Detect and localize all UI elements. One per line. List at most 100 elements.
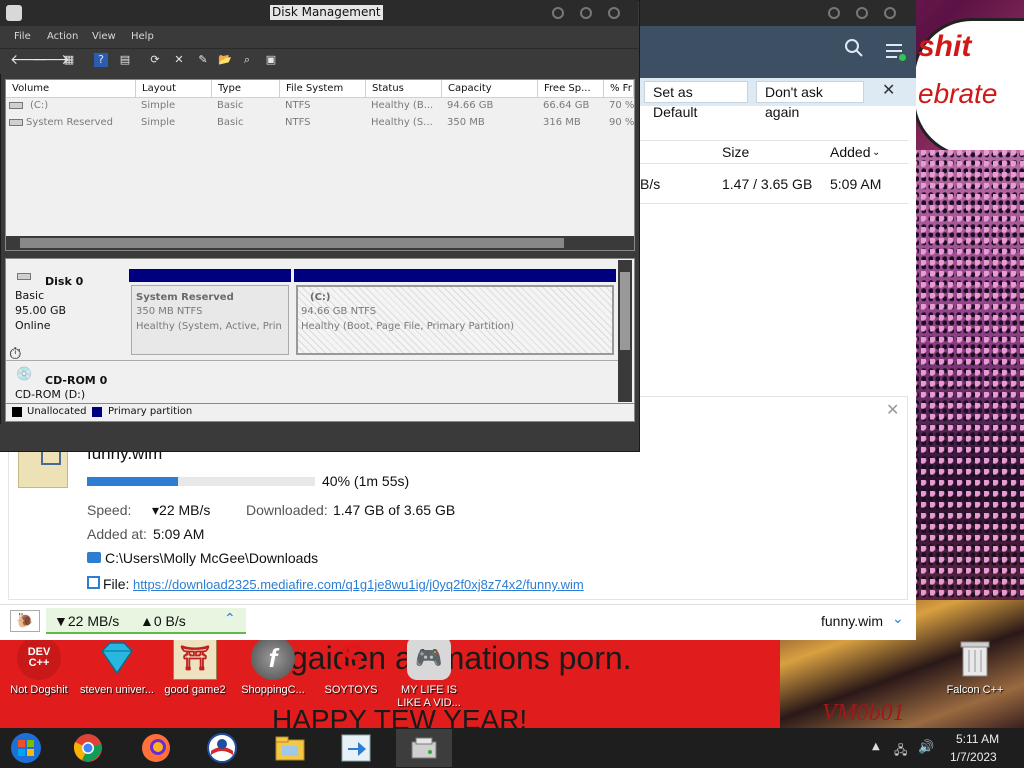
menu-file[interactable]: File xyxy=(14,31,31,42)
clock-date[interactable]: 1/7/2023 xyxy=(950,750,997,764)
downloaded-label: Downloaded: xyxy=(246,502,328,518)
chevron-up-icon[interactable]: ⌃ xyxy=(224,611,236,627)
drive-icon xyxy=(9,102,23,109)
gamepad-icon: 🎮 xyxy=(407,636,451,680)
cdrom-label: CD-ROM (D:) xyxy=(15,388,86,401)
window-title: Disk Management xyxy=(270,5,383,20)
start-button[interactable] xyxy=(2,729,50,767)
wallpaper-collage xyxy=(912,150,1024,630)
volume-fs: NTFS xyxy=(285,100,311,111)
volume-name[interactable]: System Reserved xyxy=(26,117,134,128)
desktop-icon-falcon[interactable]: Falcon C++ xyxy=(936,636,1014,697)
partition-header-bar xyxy=(294,269,616,282)
column-header-type[interactable]: Type xyxy=(212,80,280,98)
legend-label: Primary partition xyxy=(108,406,193,417)
diamond-icon xyxy=(95,636,139,680)
search-icon[interactable]: ⌕ xyxy=(240,53,254,67)
volume-icon[interactable]: 🔊 xyxy=(918,740,934,755)
menu-action[interactable]: Action xyxy=(47,31,78,42)
volume-layout: Simple xyxy=(141,117,176,128)
show-hidden-icons-chevron[interactable]: ▲ xyxy=(872,741,880,752)
chevron-down-icon[interactable]: ⌄ xyxy=(892,611,904,627)
disk-app-icon xyxy=(6,5,22,21)
maximize-button[interactable] xyxy=(580,7,592,19)
desktop-icon-soytoys[interactable]: S SOYTOYS xyxy=(312,636,390,697)
refresh-icon[interactable]: ⟳ xyxy=(148,53,162,67)
settings-icon[interactable]: ▣ xyxy=(264,53,278,67)
hard-disk-icon xyxy=(17,273,31,280)
volume-name[interactable]: (C:) xyxy=(30,100,134,111)
network-icon[interactable]: 🖧 xyxy=(894,741,907,762)
close-button[interactable] xyxy=(884,7,896,19)
minimize-button[interactable] xyxy=(828,7,840,19)
close-button[interactable] xyxy=(608,7,620,19)
start-orb-icon xyxy=(11,733,41,763)
taskbar-obama-app[interactable] xyxy=(198,729,246,767)
partition-header-bar xyxy=(129,269,291,282)
column-header-capacity[interactable]: Capacity xyxy=(442,80,538,98)
open-folder-icon[interactable]: 📂 xyxy=(218,53,232,67)
disk-management-icon xyxy=(411,737,437,759)
devcpp-icon: DEV C++ xyxy=(17,636,61,680)
volume-layout: Simple xyxy=(141,100,176,111)
legend-swatch xyxy=(92,407,102,417)
menu-help[interactable]: Help xyxy=(131,31,154,42)
column-header-size[interactable]: Size xyxy=(722,144,749,160)
taskbar-chrome[interactable] xyxy=(64,729,112,767)
maximize-button[interactable] xyxy=(856,7,868,19)
scrollbar-thumb[interactable] xyxy=(20,238,564,248)
help-icon[interactable]: ? xyxy=(94,53,108,67)
desktop-icon-my-life[interactable]: 🎮 MY LIFE IS LIKE A VID... xyxy=(390,636,468,710)
taskbar-file-explorer[interactable] xyxy=(266,729,314,767)
taskbar-firefox[interactable] xyxy=(132,729,180,767)
edit-icon[interactable]: ✎ xyxy=(196,53,210,67)
column-header-layout[interactable]: Layout xyxy=(136,80,212,98)
s-logo-icon: S xyxy=(338,636,364,679)
clock-time[interactable]: 5:11 AM xyxy=(956,732,999,746)
column-header-file-system[interactable]: File System xyxy=(280,80,366,98)
drive-icon xyxy=(9,119,23,126)
back-icon[interactable]: 🡐 xyxy=(10,53,48,67)
volume-percent-free: 70 % xyxy=(609,100,634,111)
forward-icon[interactable]: 🡒 xyxy=(32,53,70,67)
speed-limiter-snail-icon[interactable]: 🐌 xyxy=(10,610,40,632)
desktop-icon-shopping[interactable]: f ShoppingC... xyxy=(234,636,312,697)
chevron-down-icon[interactable]: ⌄ xyxy=(872,147,880,158)
dont-ask-again-button[interactable]: Don't ask again xyxy=(756,81,864,120)
legend-label: Unallocated xyxy=(27,406,87,417)
row-added: 5:09 AM xyxy=(830,176,882,192)
speed-label: Speed: xyxy=(87,502,132,518)
desktop-icon-good-game2[interactable]: ⛩ good game2 xyxy=(156,636,234,697)
set-as-default-button[interactable]: Set as Default xyxy=(644,81,748,120)
search-icon[interactable] xyxy=(842,38,866,62)
taskbar-disk-management[interactable] xyxy=(396,729,452,767)
column-header-volume[interactable]: Volume xyxy=(6,80,136,98)
console-tree-icon[interactable]: ▦ xyxy=(62,53,76,67)
column-header-status[interactable]: Status xyxy=(366,80,442,98)
minimize-button[interactable] xyxy=(552,7,564,19)
column-header-percent-free[interactable]: % Fr xyxy=(604,80,634,98)
file-url-link[interactable]: https://download2325.mediafire.com/q1g1j… xyxy=(133,577,584,592)
menu-view[interactable]: View xyxy=(92,31,116,42)
scrollbar-thumb[interactable] xyxy=(620,272,630,350)
partition-status: Healthy (System, Active, Prin xyxy=(136,321,282,332)
upload-speed: ▲0 B/s xyxy=(140,613,186,629)
column-header-added[interactable]: Added xyxy=(830,144,870,160)
desktop-icon-not-dogshit[interactable]: DEV C++ Not Dogshit xyxy=(0,636,78,697)
close-icon[interactable]: ✕ xyxy=(882,80,895,99)
folder-icon xyxy=(275,736,305,761)
cdrom-name[interactable]: CD-ROM 0 xyxy=(45,374,107,387)
added-label: Added at: xyxy=(87,526,147,542)
download-path-link[interactable]: C:\Users\Molly McGee\Downloads xyxy=(105,550,318,566)
delete-icon[interactable]: ✕ xyxy=(172,53,186,67)
properties-icon[interactable]: ▤ xyxy=(118,53,132,67)
hamburger-menu-icon[interactable] xyxy=(884,40,906,62)
close-icon[interactable]: ✕ xyxy=(886,400,899,419)
taskbar-download-manager[interactable] xyxy=(332,729,380,767)
row-size: 1.47 / 3.65 GB xyxy=(722,176,813,192)
disk-name[interactable]: Disk 0 xyxy=(45,275,83,288)
desktop-icon-steven-universe[interactable]: steven univer... xyxy=(78,636,156,697)
active-download-name[interactable]: funny.wim xyxy=(821,613,883,629)
column-header-free-space[interactable]: Free Sp... xyxy=(538,80,604,98)
flash-icon: f xyxy=(251,636,295,680)
